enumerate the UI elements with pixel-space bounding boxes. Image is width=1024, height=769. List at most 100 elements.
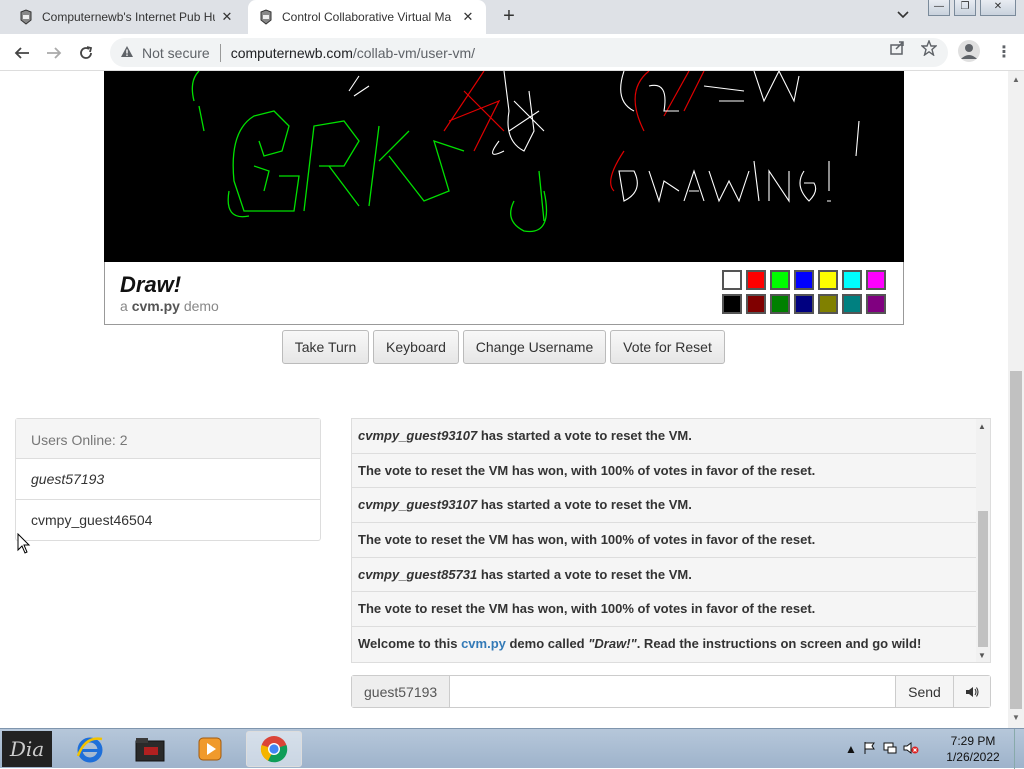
- palette-swatch[interactable]: [818, 294, 838, 314]
- users-online-header: Users Online: 2: [16, 419, 320, 459]
- page-scroll-up-icon[interactable]: ▲: [1012, 75, 1020, 84]
- palette-swatch[interactable]: [770, 270, 790, 290]
- welcome-prefix: Welcome to this: [358, 636, 462, 652]
- reload-icon[interactable]: [73, 40, 99, 66]
- url-text: computernewb.com/collab-vm/user-vm/: [231, 45, 475, 61]
- vm-screen-canvas[interactable]: [104, 71, 904, 262]
- page-scrollbar[interactable]: ▲ ▼: [1008, 71, 1024, 728]
- vm-subtitle: a cvm.py demo: [120, 298, 219, 314]
- tab-close-icon[interactable]: ✕: [219, 9, 235, 25]
- vm-subtitle-prefix: a: [120, 298, 132, 314]
- network-icon[interactable]: [883, 741, 897, 758]
- volume-speaker-icon[interactable]: [953, 676, 990, 707]
- address-separator: [219, 43, 221, 62]
- palette-swatch[interactable]: [746, 270, 766, 290]
- chat-message-text: has started a vote to reset the VM.: [477, 566, 692, 582]
- media-player-icon[interactable]: [182, 731, 238, 767]
- change-username-button[interactable]: Change Username: [463, 330, 606, 364]
- chat-message: cvmpy_guest93107 has started a vote to r…: [352, 488, 976, 524]
- vm-controls: Take Turn Keyboard Change Username Vote …: [0, 330, 1008, 364]
- tab-favicon-icon: [258, 9, 274, 25]
- browser-chrome: Computernewb's Internet Pub Hu ✕ Control…: [0, 0, 1024, 71]
- forward-arrow-icon[interactable]: [41, 40, 67, 66]
- chat-input-group: guest57193 Send: [351, 675, 991, 708]
- file-explorer-icon[interactable]: [122, 731, 178, 767]
- chat-message: cvmpy_guest85731 has started a vote to r…: [352, 558, 976, 593]
- action-center-flag-icon[interactable]: [863, 741, 877, 758]
- palette-swatch[interactable]: [770, 294, 790, 314]
- tray-expand-arrow-icon[interactable]: ▲: [845, 742, 857, 756]
- palette-swatch[interactable]: [842, 270, 862, 290]
- vm-subtitle-suffix: demo: [179, 298, 219, 314]
- take-turn-button[interactable]: Take Turn: [282, 330, 369, 364]
- chat-scrollbar[interactable]: ▲ ▼: [976, 419, 990, 662]
- clock-time: 7:29 PM: [950, 734, 996, 748]
- address-bar[interactable]: Not secure computernewb.com/collab-vm/us…: [110, 38, 948, 67]
- chat-message: The vote to reset the VM has won, with 1…: [352, 592, 976, 628]
- chat-messages: cvmpy_guest93107 has started a vote to r…: [352, 419, 976, 662]
- tab-control-collab-vm[interactable]: Control Collaborative Virtual Ma ✕: [248, 0, 486, 34]
- volume-muted-icon[interactable]: [903, 741, 919, 758]
- url-host: computernewb.com: [230, 44, 353, 61]
- cvm-py-link[interactable]: cvm.py: [461, 636, 506, 651]
- palette-swatch[interactable]: [866, 270, 886, 290]
- tab-close-icon[interactable]: ✕: [460, 9, 476, 25]
- chat-panel[interactable]: cvmpy_guest93107 has started a vote to r…: [351, 418, 991, 663]
- vm-title: Draw!: [120, 272, 182, 297]
- profile-avatar-icon[interactable]: [958, 40, 980, 62]
- new-tab-plus-icon[interactable]: +: [497, 6, 521, 28]
- chat-message-text: The vote to reset the VM has won, with 1…: [358, 462, 816, 478]
- palette-swatch[interactable]: [818, 270, 838, 290]
- not-secure-warning-icon[interactable]: [120, 45, 134, 61]
- scroll-down-arrow-icon[interactable]: ▼: [978, 651, 986, 660]
- page-scroll-thumb[interactable]: [1010, 371, 1022, 709]
- palette-swatch[interactable]: [794, 294, 814, 314]
- chat-message: The vote to reset the VM has won, with 1…: [352, 523, 976, 558]
- browser-menu-icon[interactable]: ⋮: [996, 42, 1012, 62]
- mouse-cursor-icon: [17, 532, 31, 558]
- vote-for-reset-button[interactable]: Vote for Reset: [610, 330, 725, 364]
- keyboard-button[interactable]: Keyboard: [373, 330, 459, 364]
- palette-swatch[interactable]: [842, 294, 862, 314]
- chat-message-user: cvmpy_guest85731: [358, 566, 478, 582]
- welcome-mid: demo called: [505, 636, 589, 652]
- tab-search-chevron-icon[interactable]: [897, 8, 909, 22]
- chat-message-text: has started a vote to reset the VM.: [477, 428, 692, 443]
- page-content: Draw! a cvm.py demo Take Turn Keyboard C…: [0, 71, 1008, 728]
- browser-toolbar: Not secure computernewb.com/collab-vm/us…: [0, 34, 1024, 71]
- chat-message-user: cvmpy_guest93107: [358, 428, 478, 443]
- system-clock[interactable]: 7:29 PM 1/26/2022: [940, 733, 1006, 765]
- chrome-taskbar-icon[interactable]: [246, 731, 302, 767]
- show-desktop-button[interactable]: [1014, 729, 1024, 769]
- chat-message: The vote to reset the VM has won, with 1…: [352, 454, 976, 489]
- internet-explorer-icon[interactable]: [62, 731, 118, 767]
- tab-computernewb-pub[interactable]: Computernewb's Internet Pub Hu ✕: [8, 0, 245, 34]
- chat-message-text: The vote to reset the VM has won, with 1…: [358, 601, 816, 617]
- scroll-up-arrow-icon[interactable]: ▲: [978, 422, 986, 431]
- user-list-item[interactable]: guest57193: [16, 459, 320, 500]
- palette-swatch[interactable]: [866, 294, 886, 314]
- tab-title: Control Collaborative Virtual Ma: [282, 10, 452, 24]
- chat-message-input[interactable]: [450, 676, 895, 707]
- palette-swatch[interactable]: [722, 294, 742, 314]
- chat-message: cvmpy_guest93107 has started a vote to r…: [352, 419, 976, 454]
- tab-favicon-icon: [18, 9, 34, 25]
- send-button[interactable]: Send: [895, 676, 953, 707]
- start-button[interactable]: Dia: [2, 731, 52, 767]
- user-list-item[interactable]: cvmpy_guest46504: [16, 500, 320, 541]
- page-scroll-down-icon[interactable]: ▼: [1012, 713, 1020, 722]
- close-window-icon[interactable]: ✕: [980, 0, 1016, 16]
- back-arrow-icon[interactable]: [9, 40, 35, 66]
- bookmark-star-icon[interactable]: [920, 39, 938, 60]
- chat-message-text: has started a vote to reset the VM.: [477, 497, 692, 513]
- welcome-vm-name: "Draw!": [588, 636, 637, 652]
- security-label: Not secure: [142, 44, 210, 61]
- palette-swatch[interactable]: [746, 294, 766, 314]
- minimize-window-icon[interactable]: —: [928, 0, 950, 16]
- chat-scroll-thumb[interactable]: [978, 511, 988, 647]
- tab-strip: Computernewb's Internet Pub Hu ✕ Control…: [0, 0, 1024, 34]
- palette-swatch[interactable]: [722, 270, 742, 290]
- palette-swatch[interactable]: [794, 270, 814, 290]
- restore-window-icon[interactable]: ❐: [954, 0, 976, 16]
- share-icon[interactable]: [889, 40, 905, 60]
